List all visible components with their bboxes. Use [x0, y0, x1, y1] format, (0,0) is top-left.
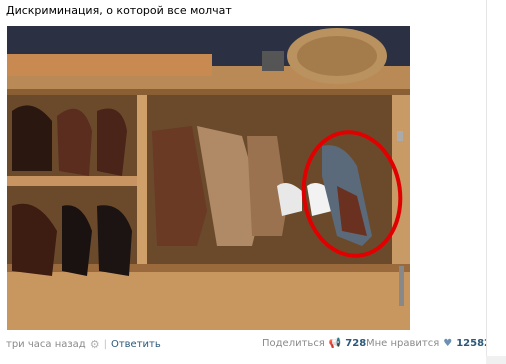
reply-link[interactable]: Ответить	[111, 339, 161, 350]
share-count: 728	[345, 338, 367, 349]
like-label[interactable]: Мне нравится	[366, 338, 439, 349]
scrollbar-track[interactable]	[486, 0, 506, 364]
like-control[interactable]: Мне нравится ♥ 12582	[366, 338, 491, 349]
post-photo[interactable]	[7, 26, 410, 330]
scrollbar-corner	[486, 356, 506, 364]
heart-icon: ♥	[443, 338, 453, 349]
share-label[interactable]: Поделиться	[262, 338, 325, 349]
post-meta: три часа назад ⚙ | Ответить	[6, 338, 161, 351]
post-caption: Дискриминация, о которой все молчат	[6, 4, 232, 17]
share-control[interactable]: Поделиться 📢 728	[262, 338, 366, 349]
megaphone-icon: 📢	[328, 338, 342, 349]
gear-icon[interactable]: ⚙	[90, 338, 100, 351]
post-time[interactable]: три часа назад	[6, 339, 86, 350]
separator: |	[103, 339, 107, 350]
